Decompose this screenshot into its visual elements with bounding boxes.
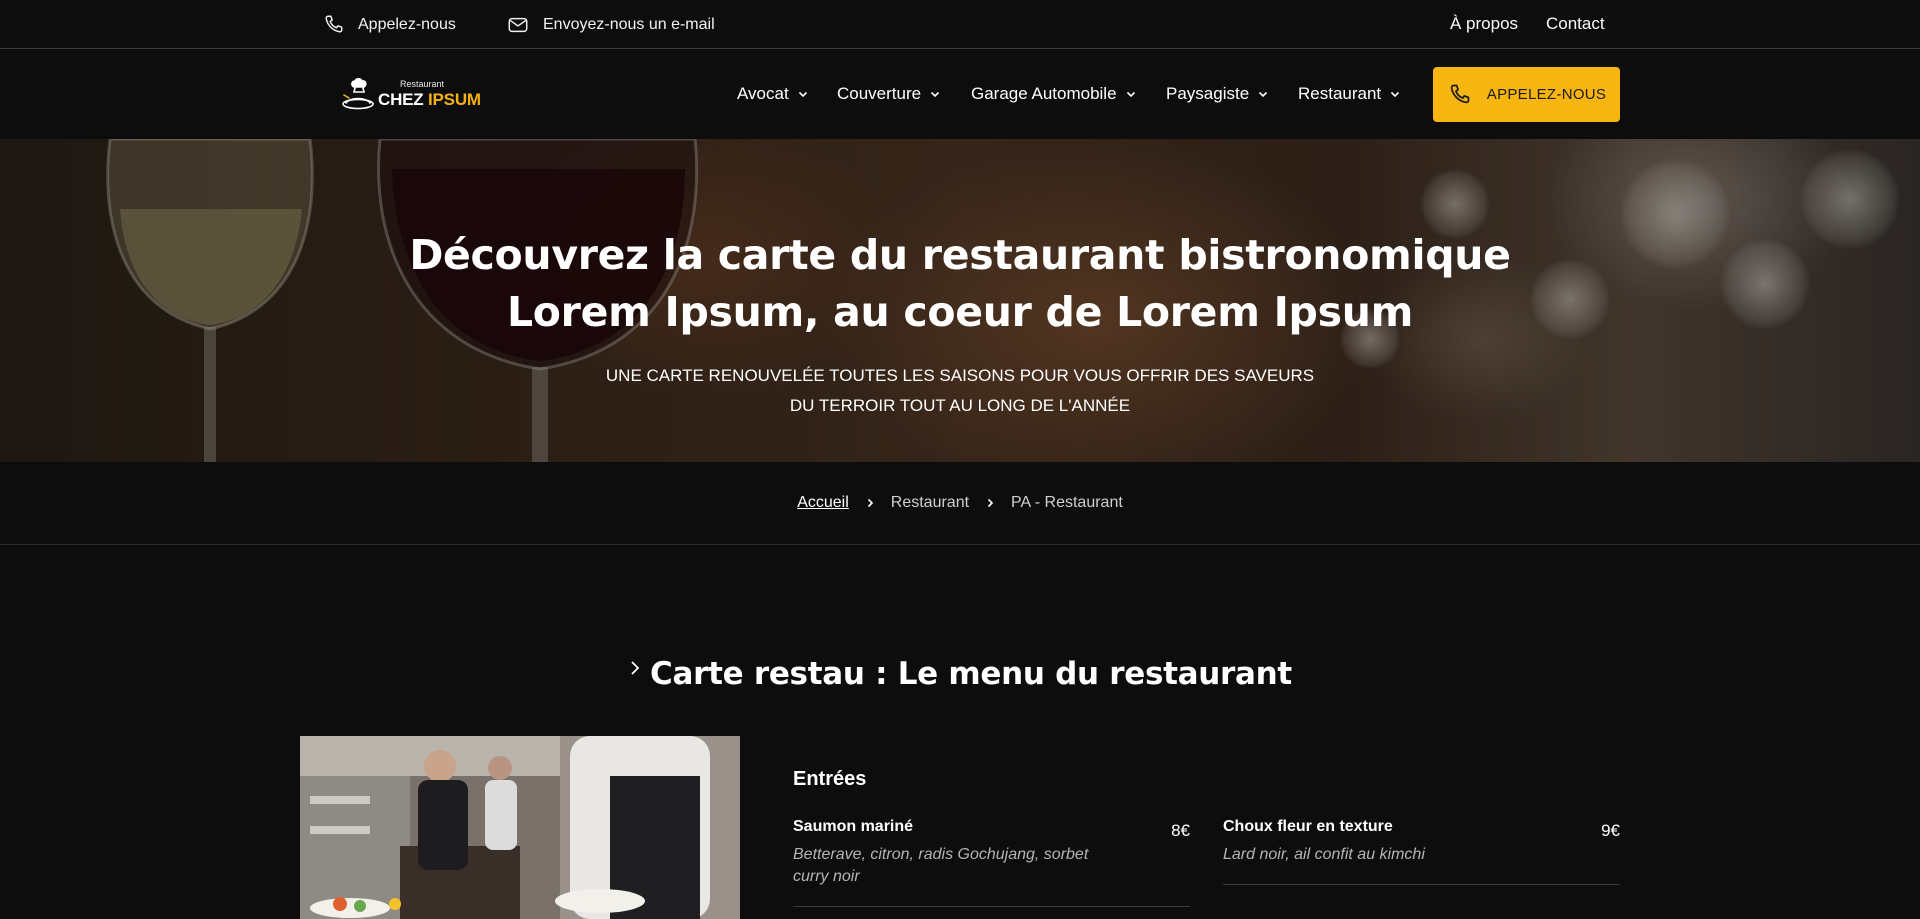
hero-banner: Découvrez la carte du restaurant bistron… <box>0 139 1920 462</box>
breadcrumb: Accueil Restaurant PA - Restaurant <box>0 462 1920 544</box>
chevron-down-icon <box>1391 91 1400 98</box>
hero-subtitle-line1: UNE CARTE RENOUVELÉE TOUTES LES SAISONS … <box>605 366 1315 385</box>
nav-item-label: Avocat <box>737 84 789 103</box>
menu-item: Saumon mariné 8€ Betterave, citron, radi… <box>793 818 1190 907</box>
hero-title-line1: Découvrez la carte du restaurant bistron… <box>409 231 1511 279</box>
dish-description: Lard noir, ail confit au kimchi <box>1223 844 1620 866</box>
dish-name: Saumon mariné <box>793 818 914 835</box>
breadcrumb-current: PA - Restaurant <box>1011 494 1123 511</box>
kitchen-photo-art <box>300 736 740 919</box>
nav-item-label: Garage Automobile <box>971 84 1117 103</box>
call-us-label: Appelez-nous <box>358 15 456 33</box>
nav-item-label: Paysagiste <box>1166 84 1250 103</box>
phone-icon <box>1450 84 1470 103</box>
chef-logo-icon <box>342 77 374 110</box>
hero-subtitle-line2: DU TERROIR TOUT AU LONG DE L'ANNÉE <box>789 396 1131 415</box>
nav-item-restaurant[interactable]: Restaurant <box>1298 49 1401 139</box>
chevron-right-icon <box>631 661 640 675</box>
chevron-down-icon <box>1259 91 1268 98</box>
logo-name: CHEZ IPSUM <box>378 90 481 110</box>
divider <box>793 906 1190 907</box>
about-link[interactable]: À propos <box>1450 0 1518 47</box>
breadcrumb-restaurant-link[interactable]: Restaurant <box>891 494 969 512</box>
nav-item-avocat[interactable]: Avocat <box>737 49 809 139</box>
breadcrumb-home-link[interactable]: Accueil <box>797 494 849 512</box>
breadcrumb-bar: Accueil Restaurant PA - Restaurant <box>0 462 1920 545</box>
dish-description-line1: Betterave, citron, radis Gochujang, sorb… <box>793 846 1089 863</box>
section-title-text: Carte restau : Le menu du restaurant <box>650 656 1292 692</box>
dish-description-line2: curry noir <box>793 868 860 885</box>
chevron-down-icon <box>798 91 807 98</box>
chevron-right-icon <box>867 498 873 508</box>
dish-price: 9€ <box>1601 821 1620 840</box>
chevron-right-icon <box>987 498 994 508</box>
menu-category-title: Entrées <box>793 768 867 790</box>
kitchen-photo <box>300 736 740 919</box>
dish-description: Betterave, citron, radis Gochujang, sorb… <box>793 844 1190 888</box>
main-navbar: Restaurant CHEZ IPSUM Avocat Couverture … <box>0 49 1920 139</box>
contact-link[interactable]: Contact <box>1546 0 1605 47</box>
hero-subtitle: UNE CARTE RENOUVELÉE TOUTES LES SAISONS … <box>0 361 1920 421</box>
email-us-link[interactable]: Envoyez-nous un e-mail <box>507 0 715 49</box>
nav-item-garage-automobile[interactable]: Garage Automobile <box>971 49 1137 139</box>
call-us-link[interactable]: Appelez-nous <box>322 0 456 49</box>
top-bar: Appelez-nous Envoyez-nous un e-mail À pr… <box>0 0 1920 49</box>
chevron-down-icon <box>1126 91 1135 98</box>
email-us-label: Envoyez-nous un e-mail <box>543 15 715 33</box>
divider <box>1223 884 1620 885</box>
hero-title: Découvrez la carte du restaurant bistron… <box>0 227 1920 341</box>
chevron-down-icon <box>931 91 940 98</box>
dish-name: Choux fleur en texture <box>1223 818 1393 835</box>
logo-name-accent: IPSUM <box>428 90 481 109</box>
site-logo[interactable]: Restaurant CHEZ IPSUM <box>340 69 481 117</box>
phone-icon <box>325 15 343 33</box>
nav-item-paysagiste[interactable]: Paysagiste <box>1166 49 1269 139</box>
call-us-button-label: APPELEZ-NOUS <box>1486 86 1607 103</box>
nav-item-couverture[interactable]: Couverture <box>837 49 941 139</box>
dish-description-line1: Lard noir, ail confit au kimchi <box>1223 846 1425 863</box>
hero-title-line2: Lorem Ipsum, au coeur de Lorem Ipsum <box>506 288 1414 336</box>
logo-name-main: CHEZ <box>378 90 429 109</box>
menu-item: Choux fleur en texture 9€ Lard noir, ail… <box>1223 818 1620 885</box>
nav-item-label: Restaurant <box>1298 84 1382 103</box>
mail-icon <box>508 17 528 32</box>
call-us-button[interactable]: APPELEZ-NOUS <box>1433 67 1620 122</box>
nav-item-label: Couverture <box>837 84 922 103</box>
section-title: Carte restau : Le menu du restaurant <box>0 656 1920 692</box>
dish-price: 8€ <box>1171 821 1190 840</box>
logo-small-text: Restaurant <box>400 79 445 89</box>
